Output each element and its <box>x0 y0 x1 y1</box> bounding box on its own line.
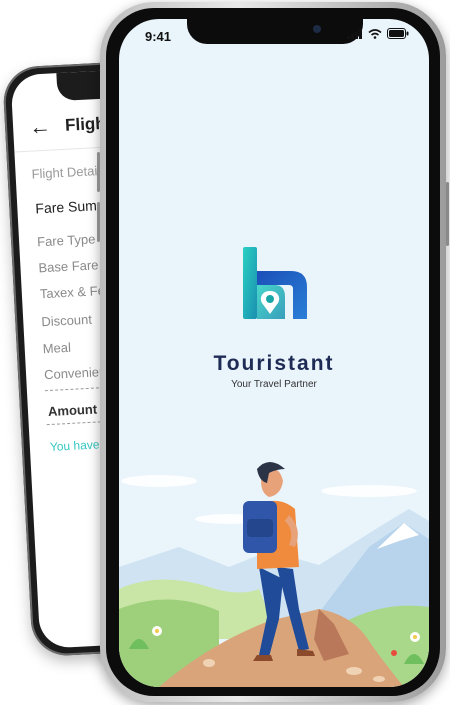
battery-icon <box>387 28 409 39</box>
front-phone-notch <box>187 19 363 44</box>
splash-screen: 9:41 Touristant Your Travel Partner <box>119 19 429 687</box>
status-icons <box>347 28 409 39</box>
touristant-logo <box>243 247 307 319</box>
flight-header: ← Fligh <box>28 113 107 140</box>
wifi-icon <box>368 28 382 39</box>
front-phone: 9:41 Touristant Your Travel Partner <box>97 2 449 702</box>
fare-row-fare-type: Fare Type <box>36 231 96 250</box>
signal-icon <box>347 28 362 39</box>
traveler-illustration <box>119 462 429 687</box>
fare-row-discount: Discount <box>40 311 93 330</box>
volume-button <box>97 152 100 192</box>
fare-row-meal: Meal <box>42 339 72 357</box>
volume-button <box>97 202 100 242</box>
status-time: 9:41 <box>145 29 172 44</box>
power-button <box>446 182 449 246</box>
fare-row-base-fare: Base Fare <box>38 257 99 276</box>
arrow-left-icon[interactable]: ← <box>28 114 51 140</box>
camera-icon <box>313 25 321 33</box>
tagline: Your Travel Partner <box>231 379 317 390</box>
brand-name: Touristant <box>213 352 335 375</box>
tab-flight-details[interactable]: Flight Detai <box>31 163 97 181</box>
